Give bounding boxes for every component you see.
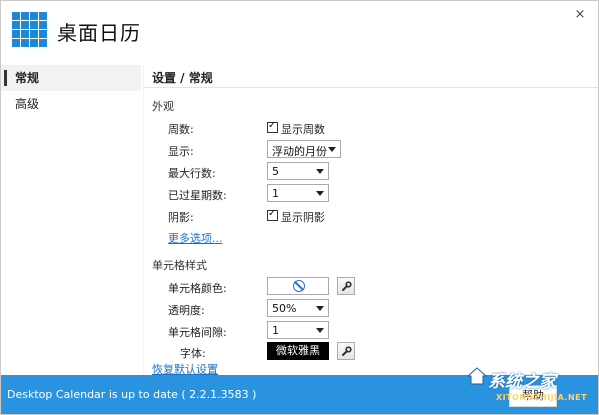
week-numbers-checkbox-label: 显示周数 bbox=[281, 123, 325, 136]
font-picker-button[interactable] bbox=[337, 342, 355, 360]
main-panel: 设置 / 常规 外观 周数: 显示周数 显示: 浮动的月份 最大行数: 5 已过… bbox=[144, 65, 598, 376]
max-rows-select[interactable]: 5 bbox=[267, 162, 329, 180]
house-icon bbox=[466, 367, 488, 385]
more-options-link[interactable]: 更多选项... bbox=[168, 230, 223, 246]
cell-spacing-select-value: 1 bbox=[272, 324, 279, 337]
week-numbers-label: 周数: bbox=[168, 123, 194, 136]
chevron-down-icon bbox=[316, 169, 324, 174]
max-rows-select-value: 5 bbox=[272, 165, 279, 178]
shadow-label: 阴影: bbox=[168, 211, 194, 224]
watermark-text: 系统之家 bbox=[488, 372, 556, 392]
opacity-select-value: 50% bbox=[272, 302, 297, 315]
watermark: 系统之家 XITONGZHIJIA.NET bbox=[466, 361, 596, 413]
header: 桌面日历 × bbox=[1, 1, 598, 59]
display-label: 显示: bbox=[168, 145, 194, 158]
cell-spacing-select[interactable]: 1 bbox=[267, 321, 329, 339]
sidebar-item-label: 高级 bbox=[15, 97, 40, 111]
sidebar-item-general[interactable]: 常规 bbox=[1, 65, 141, 91]
display-select[interactable]: 浮动的月份 bbox=[267, 140, 341, 158]
chevron-down-icon bbox=[316, 306, 324, 311]
font-label: 字体: bbox=[180, 347, 206, 360]
past-weeks-select[interactable]: 1 bbox=[267, 184, 329, 202]
chevron-down-icon bbox=[316, 191, 324, 196]
cell-color-swatch[interactable] bbox=[267, 277, 329, 295]
app-logo-icon bbox=[12, 12, 48, 48]
app-title: 桌面日历 bbox=[57, 21, 141, 45]
sidebar-item-advanced[interactable]: 高级 bbox=[1, 91, 141, 117]
opacity-label: 透明度: bbox=[168, 304, 205, 317]
display-select-value: 浮动的月份 bbox=[272, 145, 327, 158]
cell-color-label: 单元格颜色: bbox=[168, 282, 227, 295]
watermark-subtext: XITONGZHIJIA.NET bbox=[496, 393, 588, 402]
sidebar: 常规 高级 bbox=[1, 65, 141, 375]
section-title-cell-style: 单元格样式 bbox=[152, 259, 207, 272]
chevron-down-icon bbox=[316, 328, 324, 333]
update-status-text: Desktop Calendar is up to date ( 2.2.1.3… bbox=[7, 388, 257, 401]
title-divider bbox=[144, 87, 598, 88]
chevron-down-icon bbox=[328, 147, 336, 152]
week-numbers-checkbox[interactable] bbox=[267, 120, 278, 133]
wrench-icon bbox=[342, 281, 352, 291]
font-preview[interactable]: 微软雅黑 bbox=[267, 342, 329, 360]
close-icon[interactable]: × bbox=[574, 8, 586, 21]
sidebar-item-label: 常规 bbox=[15, 71, 40, 85]
shadow-checkbox-label: 显示阴影 bbox=[281, 211, 325, 224]
cell-color-picker-button[interactable] bbox=[337, 277, 355, 295]
no-color-icon bbox=[293, 280, 305, 292]
max-rows-label: 最大行数: bbox=[168, 167, 216, 180]
past-weeks-label: 已过星期数: bbox=[168, 189, 227, 202]
opacity-select[interactable]: 50% bbox=[267, 299, 329, 317]
page-title: 设置 / 常规 bbox=[152, 71, 213, 85]
shadow-checkbox[interactable] bbox=[267, 208, 278, 221]
wrench-icon bbox=[342, 346, 352, 356]
settings-window: 桌面日历 × 常规 高级 设置 / 常规 外观 周数: 显示周数 显示: 浮动的… bbox=[0, 0, 599, 415]
cell-spacing-label: 单元格间隙: bbox=[168, 326, 227, 339]
section-title-appearance: 外观 bbox=[152, 100, 174, 113]
past-weeks-select-value: 1 bbox=[272, 187, 279, 200]
